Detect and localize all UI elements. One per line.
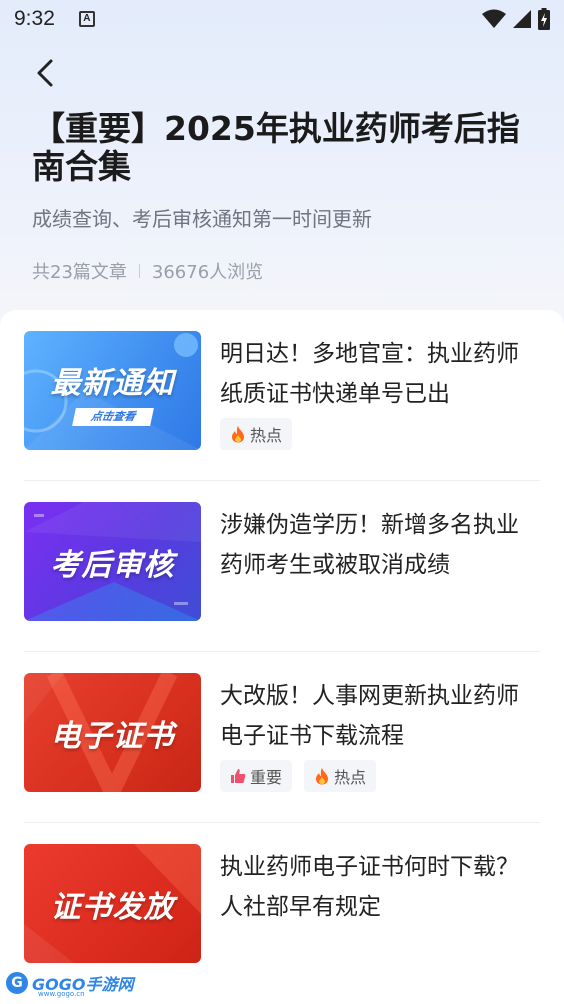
chevron-left-icon: [37, 59, 53, 87]
stats-divider: [138, 264, 140, 278]
site-watermark: G GOGO手游网 www.gogo.cn: [4, 966, 133, 1000]
thumbs-up-icon: [231, 769, 246, 783]
article-tags: 重要 热点: [220, 760, 377, 792]
article-count: 共23篇文章: [32, 262, 127, 283]
article-list: 最新通知 点击查看 明日达！多地官宣：执业药师纸质证书快递单号已出 热点 考后审…: [0, 310, 564, 1004]
signal-icon: [513, 10, 531, 28]
thumbnail-subcaption: 点击查看: [72, 408, 154, 426]
thumbnail-caption: 最新通知: [50, 365, 175, 401]
article-thumbnail: 最新通知 点击查看: [24, 331, 201, 450]
article-thumbnail: 考后审核: [24, 502, 201, 621]
thumbnail-caption: 证书发放: [50, 889, 175, 925]
battery-icon: [538, 8, 550, 30]
tag-important: 重要: [220, 760, 293, 792]
tag-label: 热点: [334, 768, 367, 787]
thumbnail-caption: 电子证书: [50, 718, 175, 754]
page-subtitle: 成绩查询、考后审核通知第一时间更新: [32, 207, 372, 231]
article-title: 大改版！人事网更新执业药师电子证书下载流程: [220, 683, 519, 749]
article-title: 执业药师电子证书何时下载？人社部早有规定: [220, 854, 519, 920]
fire-icon: [316, 768, 329, 785]
status-time: 9:32: [14, 7, 55, 30]
fire-icon: [232, 426, 244, 443]
tag-hot: 热点: [220, 418, 293, 450]
tag-label: 重要: [250, 768, 283, 787]
wifi-icon: [482, 9, 506, 28]
article-thumbnail: 证书发放: [24, 844, 201, 963]
text-input-indicator-icon: A: [78, 11, 95, 27]
collection-stats: 共23篇文章 36676人浏览: [32, 258, 263, 284]
article-tags: 热点: [220, 418, 293, 450]
article-item[interactable]: 考后审核 涉嫌伪造学历！新增多名执业药师考生或被取消成绩: [24, 481, 540, 652]
article-item[interactable]: 最新通知 点击查看 明日达！多地官宣：执业药师纸质证书快递单号已出 热点: [24, 310, 540, 481]
article-item[interactable]: 电子证书 大改版！人事网更新执业药师电子证书下载流程 重要 热点: [24, 652, 540, 823]
watermark-logo-icon: G: [4, 970, 30, 996]
article-title: 明日达！多地官宣：执业药师纸质证书快递单号已出: [220, 341, 519, 407]
watermark-url: www.gogo.cn: [38, 990, 85, 998]
article-thumbnail: 电子证书: [24, 673, 201, 792]
tag-hot: 热点: [304, 760, 377, 792]
page-title: 【重要】2025年执业药师考后指南合集: [32, 109, 520, 186]
status-bar: 9:32 A: [0, 0, 564, 38]
view-count: 36676人浏览: [151, 262, 264, 283]
tag-label: 热点: [250, 426, 283, 445]
article-title: 涉嫌伪造学历！新增多名执业药师考生或被取消成绩: [220, 512, 519, 578]
back-button[interactable]: [30, 56, 60, 90]
thumbnail-caption: 考后审核: [50, 547, 175, 583]
status-icons: [482, 8, 550, 30]
